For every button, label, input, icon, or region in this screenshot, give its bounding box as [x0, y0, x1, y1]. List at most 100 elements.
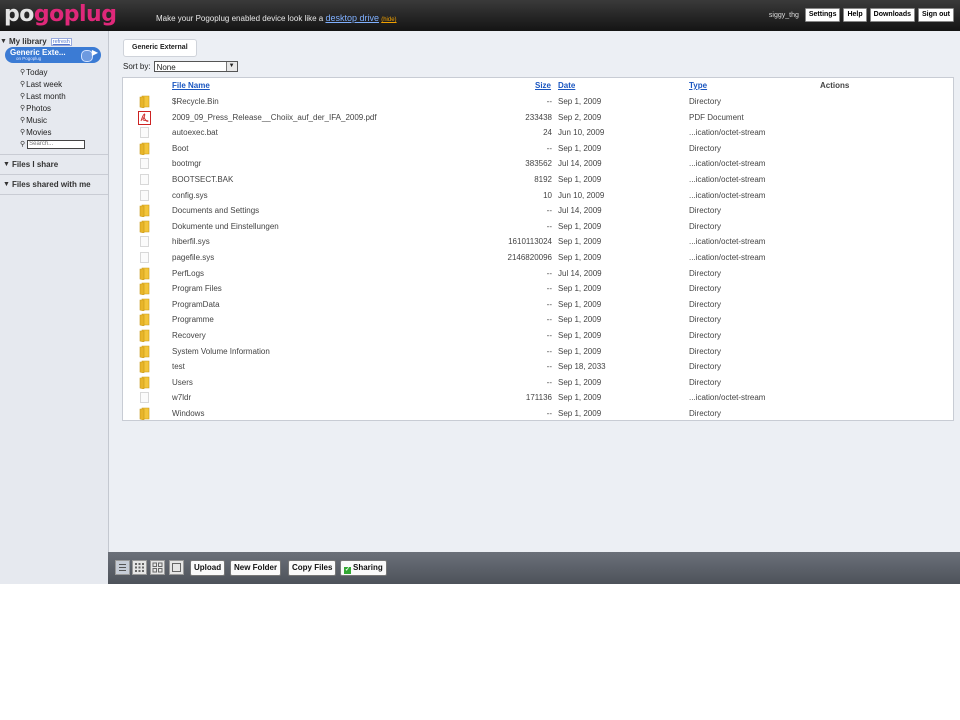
- file-size: --: [546, 206, 552, 216]
- file-size: --: [546, 377, 552, 387]
- my-library-header[interactable]: ▼ My library refresh: [0, 37, 72, 46]
- table-row[interactable]: Programme -- Sep 1, 2009 Directory: [123, 312, 953, 328]
- tab-generic-external[interactable]: Generic External: [123, 39, 197, 57]
- file-name: PerfLogs: [172, 268, 205, 278]
- filter-last-month[interactable]: ⚲ Last month: [20, 90, 85, 102]
- desktop-drive-link[interactable]: desktop drive: [325, 13, 379, 23]
- device-generic-external[interactable]: Generic Exte... on Pogoplug ▶: [5, 47, 101, 63]
- file-date: Sep 1, 2009: [558, 237, 602, 247]
- column-file-name[interactable]: File Name: [172, 81, 210, 90]
- table-row[interactable]: $Recycle.Bin -- Sep 1, 2009 Directory: [123, 94, 953, 110]
- file-date: Sep 2, 2009: [558, 112, 602, 122]
- file-icon: [138, 235, 151, 248]
- small-thumbs-view-icon[interactable]: [132, 560, 147, 575]
- sort-select-value: None: [156, 63, 176, 72]
- table-row[interactable]: BOOTSECT.BAK 8192 Sep 1, 2009 ...ication/oc…: [123, 172, 953, 188]
- table-row[interactable]: System Volume Information -- Sep 1, 2009 Di…: [123, 344, 953, 360]
- file-size: --: [546, 299, 552, 309]
- checkmark-icon: ✓: [344, 567, 351, 574]
- table-row[interactable]: hiberfil.sys 1610113024 Sep 1, 2009 ...icat…: [123, 234, 953, 250]
- app-window: pogoplug Make your Pogoplug enabled devi…: [0, 0, 960, 584]
- file-name: Documents and Settings: [172, 206, 260, 216]
- file-size: 10: [543, 190, 552, 200]
- downloads-button[interactable]: Downloads: [869, 8, 915, 22]
- table-row[interactable]: Windows -- Sep 1, 2009 Directory: [123, 406, 953, 422]
- table-row[interactable]: Documents and Settings -- Jul 14, 2009 Dire…: [123, 203, 953, 219]
- file-type: PDF Document: [689, 112, 744, 122]
- table-row[interactable]: bootmgr 383562 Jul 14, 2009 ...ication/octe…: [123, 156, 953, 172]
- folder-icon: [138, 220, 151, 234]
- search-input[interactable]: [27, 139, 86, 149]
- file-type: Directory: [689, 377, 722, 387]
- refresh-button[interactable]: refresh: [50, 37, 72, 46]
- large-thumbs-view-icon[interactable]: [150, 560, 165, 575]
- expand-triangle-icon[interactable]: ▼: [0, 181, 10, 188]
- table-row[interactable]: test -- Sep 18, 2033 Directory: [123, 359, 953, 375]
- file-size: --: [546, 346, 552, 356]
- table-row[interactable]: ProgramData -- Sep 1, 2009 Directory: [123, 297, 953, 313]
- file-type: ...ication/octet-stream: [689, 237, 766, 247]
- file-name: Dokumente und Einstellungen: [172, 221, 279, 231]
- file-date: Sep 1, 2009: [558, 299, 602, 309]
- file-date: Jun 10, 2009: [558, 128, 605, 138]
- table-row[interactable]: Users -- Sep 1, 2009 Directory: [123, 375, 953, 391]
- file-type: Directory: [689, 331, 722, 340]
- file-size: 233438: [525, 112, 552, 122]
- table-row[interactable]: Dokumente und Einstellungen -- Sep 1, 2009…: [123, 219, 953, 235]
- file-size: 2146820096: [507, 253, 553, 262]
- filter-photos[interactable]: ⚲ Photos: [20, 102, 85, 114]
- file-date: Sep 1, 2009: [558, 377, 602, 387]
- table-row[interactable]: Boot -- Sep 1, 2009 Directory: [123, 141, 953, 157]
- expand-triangle-icon[interactable]: ▼: [0, 161, 10, 168]
- new-folder-button[interactable]: New Folder: [230, 560, 282, 576]
- file-size: 171136: [525, 393, 552, 403]
- hide-promo-link[interactable]: (hide): [381, 17, 396, 23]
- sort-by-control: Sort by: None ▼: [123, 61, 238, 72]
- file-name: test: [172, 362, 185, 372]
- sharing-button[interactable]: ✓ Sharing: [340, 560, 387, 576]
- file-name: BOOTSECT.BAK: [172, 175, 234, 184]
- table-row[interactable]: Program Files -- Sep 1, 2009 Directory: [123, 281, 953, 297]
- sort-select[interactable]: None ▼: [153, 61, 238, 72]
- file-size: --: [546, 143, 552, 153]
- promo-banner: Make your Pogoplug enabled device look l…: [156, 13, 397, 23]
- file-name: Program Files: [172, 284, 222, 294]
- help-button[interactable]: Help: [843, 8, 867, 22]
- folder-icon: [138, 204, 151, 218]
- files-i-share-header[interactable]: ▼ Files I share: [0, 160, 58, 169]
- settings-button[interactable]: Settings: [804, 8, 841, 22]
- upload-button[interactable]: Upload: [190, 560, 226, 576]
- table-row[interactable]: Recovery -- Sep 1, 2009 Directory: [123, 328, 953, 344]
- filter-today[interactable]: ⚲ Today: [20, 66, 85, 78]
- filter-movies[interactable]: ⚲ Movies: [20, 126, 85, 138]
- slideshow-view-icon[interactable]: [169, 560, 184, 575]
- table-row[interactable]: PerfLogs -- Jul 14, 2009 Directory: [123, 266, 953, 282]
- search-icon: ⚲: [20, 93, 26, 100]
- table-row[interactable]: pagefile.sys 2146820096 Sep 1, 2009 ...icat…: [123, 250, 953, 266]
- column-type[interactable]: Type: [689, 81, 707, 90]
- table-row[interactable]: 2009_09_Press_Release__Choiix_auf_der_IF…: [123, 110, 953, 126]
- file-size: 8192: [534, 175, 552, 184]
- file-name: Boot: [172, 143, 189, 153]
- table-row[interactable]: w7ldr 171136 Sep 1, 2009 ...ication/octet-s…: [123, 390, 953, 406]
- file-date: Jul 14, 2009: [558, 206, 602, 216]
- search-icon: ⚲: [20, 117, 26, 124]
- sign-out-button[interactable]: Sign out: [918, 8, 954, 22]
- column-date[interactable]: Date: [558, 81, 575, 90]
- device-subtitle: on Pogoplug: [16, 56, 42, 61]
- filter-music[interactable]: ⚲ Music: [20, 114, 85, 126]
- list-view-icon[interactable]: [115, 560, 130, 575]
- table-row[interactable]: config.sys 10 Jun 10, 2009 ...ication/octet…: [123, 188, 953, 204]
- user-menu: siggy_thg Settings Help Downloads Sign o…: [769, 8, 954, 22]
- file-table: File Name Size Date Type Actions $Recycl…: [122, 77, 954, 421]
- search-icon: ⚲: [20, 129, 26, 136]
- files-shared-with-me-header[interactable]: ▼ Files shared with me: [0, 180, 91, 189]
- file-name: Windows: [172, 409, 205, 418]
- collapse-triangle-icon[interactable]: ▼: [0, 38, 7, 45]
- filter-last-week[interactable]: ⚲ Last week: [20, 78, 85, 90]
- file-date: Sep 1, 2009: [558, 284, 602, 294]
- table-row[interactable]: autoexec.bat 24 Jun 10, 2009 ...ication/oct…: [123, 125, 953, 141]
- column-size[interactable]: Size: [535, 81, 551, 90]
- pogoplug-logo[interactable]: pogoplug: [4, 2, 117, 28]
- copy-files-button[interactable]: Copy Files: [288, 560, 337, 576]
